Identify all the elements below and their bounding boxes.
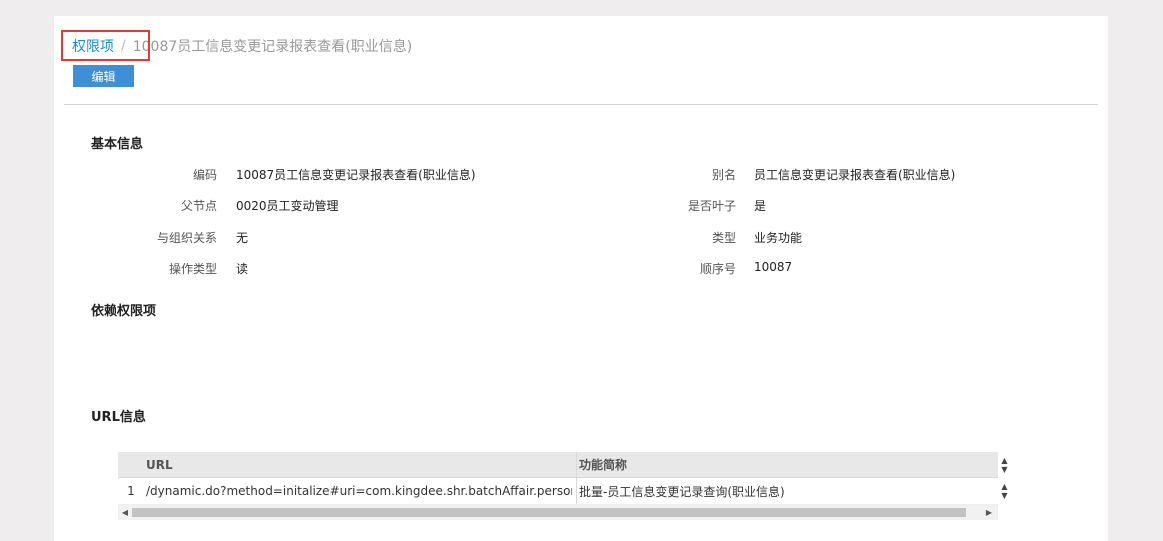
scroll-up-icon[interactable]: ▲ [1001, 456, 1007, 465]
cell-url[interactable]: /dynamic.do?method=initalize#uri=com.kin… [146, 478, 572, 504]
header-scroll-arrows[interactable]: ▲ ▼ [998, 452, 1011, 478]
field-value-is-leaf: 是 [754, 199, 767, 213]
row-number: 1 [127, 484, 135, 498]
field-value-type: 业务功能 [754, 231, 803, 245]
scroll-down-icon[interactable]: ▼ [1001, 465, 1007, 474]
scroll-right-icon[interactable]: ▶ [982, 505, 996, 520]
grid-header-row: URL 功能简称 [118, 452, 998, 478]
column-header-name[interactable]: 功能简称 [579, 452, 989, 477]
highlight-box [61, 30, 150, 61]
section-title-url-info: URL信息 [91, 410, 146, 425]
scroll-left-icon[interactable]: ◀ [118, 505, 132, 520]
field-label-code: 编码 [192, 168, 217, 182]
field-label-order: 顺序号 [699, 262, 736, 276]
scrollbar-thumb[interactable] [132, 508, 966, 517]
content-panel: 权限项 / 10087员工信息变更记录报表查看(职业信息) 编辑 基本信息 编码… [54, 16, 1108, 541]
field-label-type: 类型 [711, 231, 736, 245]
field-value-org-relation: 无 [236, 231, 249, 245]
section-title-dependency: 依赖权限项 [91, 304, 157, 319]
field-value-code: 10087员工信息变更记录报表查看(职业信息) [236, 168, 476, 182]
column-separator [576, 452, 577, 477]
row-scroll-arrows[interactable]: ▲ ▼ [998, 478, 1011, 504]
cell-name[interactable]: 批量-员工信息变更记录查询(职业信息) [579, 478, 989, 504]
field-value-alias: 员工信息变更记录报表查看(职业信息) [754, 168, 956, 182]
divider [64, 104, 1098, 105]
field-label-alias: 别名 [711, 168, 736, 182]
url-grid: URL 功能简称 ▲ ▼ 1 /dynamic.do?method=inital… [118, 452, 1011, 522]
field-label-parent: 父节点 [180, 199, 217, 213]
scroll-down-icon[interactable]: ▼ [1001, 491, 1007, 500]
field-label-op-type: 操作类型 [168, 262, 217, 276]
breadcrumb-current: 10087员工信息变更记录报表查看(职业信息) [132, 39, 413, 55]
horizontal-scrollbar[interactable]: ◀ ▶ [118, 505, 998, 520]
field-label-org-relation: 与组织关系 [156, 231, 217, 245]
edit-button[interactable]: 编辑 [73, 65, 134, 87]
table-row[interactable]: 1 /dynamic.do?method=initalize#uri=com.k… [118, 478, 998, 505]
field-label-is-leaf: 是否叶子 [687, 199, 736, 213]
column-separator [576, 478, 577, 504]
field-value-op-type: 读 [236, 262, 249, 276]
scroll-up-icon[interactable]: ▲ [1001, 482, 1007, 491]
field-value-parent: 0020员工变动管理 [236, 199, 339, 213]
section-title-basic-info: 基本信息 [91, 137, 144, 152]
column-header-url[interactable]: URL [146, 452, 546, 477]
field-value-order: 10087 [754, 260, 793, 274]
